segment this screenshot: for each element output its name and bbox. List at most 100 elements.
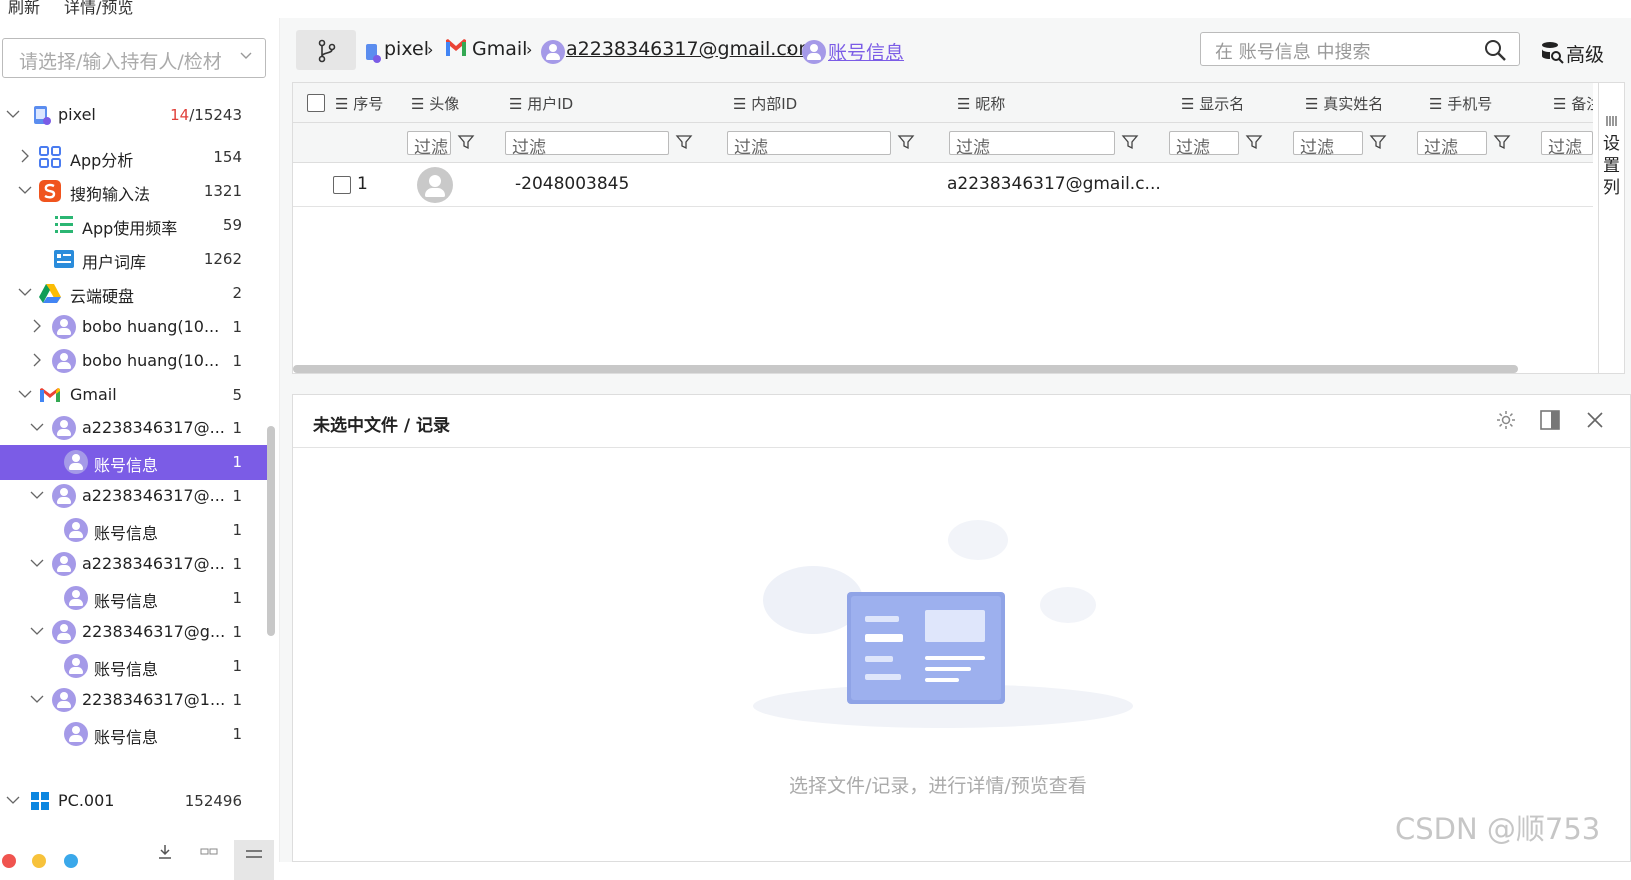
tree-item-label: App分析	[70, 151, 134, 170]
tree-item-count: 1321	[203, 182, 242, 200]
chevron-down-icon[interactable]	[17, 182, 33, 198]
chevron-down-icon[interactable]	[5, 106, 21, 122]
download-icon[interactable]	[156, 843, 174, 861]
detail-preview-menu[interactable]: 详情/预览	[64, 0, 133, 18]
chevron-down-icon[interactable]	[29, 487, 45, 503]
column-header-avatar[interactable]: ☰ 头像	[411, 93, 459, 114]
tree-item-account-info-selected[interactable]: 账号信息 1	[0, 445, 268, 480]
row-checkbox[interactable]	[333, 176, 351, 194]
user-avatar-icon	[52, 620, 76, 644]
search-icon[interactable]	[1483, 38, 1507, 62]
chevron-down-icon[interactable]	[17, 386, 33, 402]
chevron-right-icon[interactable]	[17, 148, 33, 164]
advanced-search-button[interactable]: 高级	[1566, 40, 1604, 67]
tree-item-gmail-account[interactable]: a2238346317@... 1	[0, 547, 268, 582]
close-icon[interactable]	[1585, 410, 1605, 430]
tree-item-account-info[interactable]: 账号信息 1	[0, 649, 268, 684]
tree-item-gmail-account[interactable]: a2238346317@... 1	[0, 411, 268, 446]
column-header-nickname[interactable]: ☰ 昵称	[957, 93, 1005, 114]
tree-item-account-info[interactable]: 账号信息 1	[0, 717, 268, 752]
holder-select-placeholder: 请选择/输入持有人/检材	[19, 51, 222, 73]
database-search-icon[interactable]	[1540, 40, 1564, 64]
chevron-down-icon[interactable]	[29, 691, 45, 707]
tree-item-gmail-account[interactable]: 2238346317@g... 1	[0, 615, 268, 650]
tree-item-count: 2	[232, 284, 242, 302]
filter-input-nickname[interactable]: 过滤	[949, 131, 1115, 158]
tree-item-pixel[interactable]: pixel 14/15243	[0, 98, 268, 133]
filter-icon[interactable]	[1245, 133, 1263, 151]
tree-scrollbar[interactable]	[267, 426, 275, 636]
column-header-real-name[interactable]: ☰ 真实姓名	[1305, 93, 1383, 114]
tree-item-user-dictionary[interactable]: 用户词库 1262	[0, 242, 268, 277]
user-avatar-icon	[802, 40, 826, 64]
tree-item-app-usage-frequency[interactable]: App使用频率 59	[0, 208, 268, 243]
select-all-checkbox[interactable]	[307, 94, 325, 112]
filter-input-remark[interactable]: 过滤	[1541, 131, 1593, 155]
filter-icon[interactable]	[1369, 133, 1387, 151]
chevron-down-icon[interactable]	[29, 623, 45, 639]
filter-icon[interactable]	[897, 133, 915, 151]
android-device-icon	[366, 44, 381, 63]
tree-item-label: 账号信息	[94, 592, 159, 611]
tree-item-account-info[interactable]: 账号信息 1	[0, 581, 268, 616]
user-avatar-icon	[52, 349, 76, 373]
tree-item-sogou-input[interactable]: 搜狗输入法 1321	[0, 174, 268, 209]
tree-item-cloud-drive[interactable]: 云端硬盘 2	[0, 276, 268, 311]
breadcrumb-current[interactable]: 账号信息	[828, 38, 904, 65]
tree-item-account-info[interactable]: 账号信息 1	[0, 513, 268, 548]
filter-input-display-name[interactable]: 过滤	[1169, 131, 1239, 158]
chevron-down-icon[interactable]	[29, 419, 45, 435]
column-header-user-id[interactable]: ☰ 用户ID	[509, 93, 573, 114]
tree-item-label: a2238346317@...	[82, 418, 225, 437]
breadcrumb-pixel[interactable]: pixel	[384, 38, 429, 60]
filter-icon[interactable]	[1493, 133, 1511, 151]
tree-item-pc[interactable]: PC.001 152496	[0, 784, 268, 819]
tree-item-count: 1	[232, 318, 242, 336]
tree-item-gmail-account[interactable]: a2238346317@... 1	[0, 479, 268, 514]
filter-icon[interactable]	[1121, 133, 1139, 151]
tree-item-app-analysis[interactable]: App分析 154	[0, 140, 268, 175]
chevron-right-icon[interactable]	[29, 352, 45, 368]
filter-icon[interactable]	[675, 133, 693, 151]
red-dot-icon[interactable]	[2, 854, 16, 868]
chevron-down-icon[interactable]	[5, 792, 21, 808]
tree-item-drive-account[interactable]: bobo huang(10... 1	[0, 344, 268, 379]
breadcrumb-account[interactable]: a2238346317@gmail.com	[566, 38, 817, 60]
gear-icon[interactable]	[1495, 409, 1517, 431]
split-panel-icon[interactable]	[1539, 409, 1561, 431]
grid-view-icon[interactable]	[200, 848, 218, 862]
cell-user-id: -2048003845	[515, 174, 630, 194]
refresh-menu[interactable]: 刷新	[8, 0, 40, 18]
list-view-button[interactable]	[234, 840, 274, 880]
column-settings-button[interactable]: 设置列	[1598, 83, 1624, 373]
filter-input-real-name[interactable]: 过滤	[1293, 131, 1363, 158]
tree-item-drive-account[interactable]: bobo huang(10... 1	[0, 310, 268, 345]
column-header-index[interactable]: ☰ 序号	[335, 93, 383, 114]
breadcrumb-gmail[interactable]: Gmail	[472, 38, 527, 60]
default-avatar-icon	[417, 167, 453, 203]
tree-item-count: 1	[232, 623, 242, 641]
yellow-dot-icon[interactable]	[32, 854, 46, 868]
tree-item-gmail[interactable]: Gmail 5	[0, 378, 268, 413]
holder-select[interactable]: 请选择/输入持有人/检材	[2, 38, 266, 78]
tree-item-gmail-account[interactable]: 2238346317@1... 1	[0, 683, 268, 718]
filter-input-avatar[interactable]: 过滤	[407, 131, 451, 158]
grid-horizontal-scrollbar[interactable]	[293, 365, 1518, 373]
filter-input-phone[interactable]: 过滤	[1417, 131, 1487, 158]
filter-input-internal-id[interactable]: 过滤	[727, 131, 891, 158]
column-header-remark[interactable]: ☰ 备注	[1553, 93, 1593, 114]
chevron-down-icon[interactable]	[17, 284, 33, 300]
tree-item-label: App使用频率	[82, 219, 178, 238]
table-row[interactable]: 1 -2048003845 a2238346317@gmail.c...	[293, 163, 1593, 207]
chevron-right-icon[interactable]	[29, 318, 45, 334]
column-header-display-name[interactable]: ☰ 显示名	[1181, 93, 1244, 114]
tree-item-count: 1	[232, 589, 242, 607]
column-header-phone[interactable]: ☰ 手机号	[1429, 93, 1492, 114]
filter-icon[interactable]	[457, 133, 475, 151]
search-input[interactable]: 在 账号信息 中搜索	[1200, 32, 1520, 66]
branch-view-button[interactable]	[296, 30, 356, 70]
blue-dot-icon[interactable]	[64, 854, 78, 868]
column-header-internal-id[interactable]: ☰ 内部ID	[733, 93, 797, 114]
chevron-down-icon[interactable]	[29, 555, 45, 571]
filter-input-user-id[interactable]: 过滤	[505, 131, 669, 158]
